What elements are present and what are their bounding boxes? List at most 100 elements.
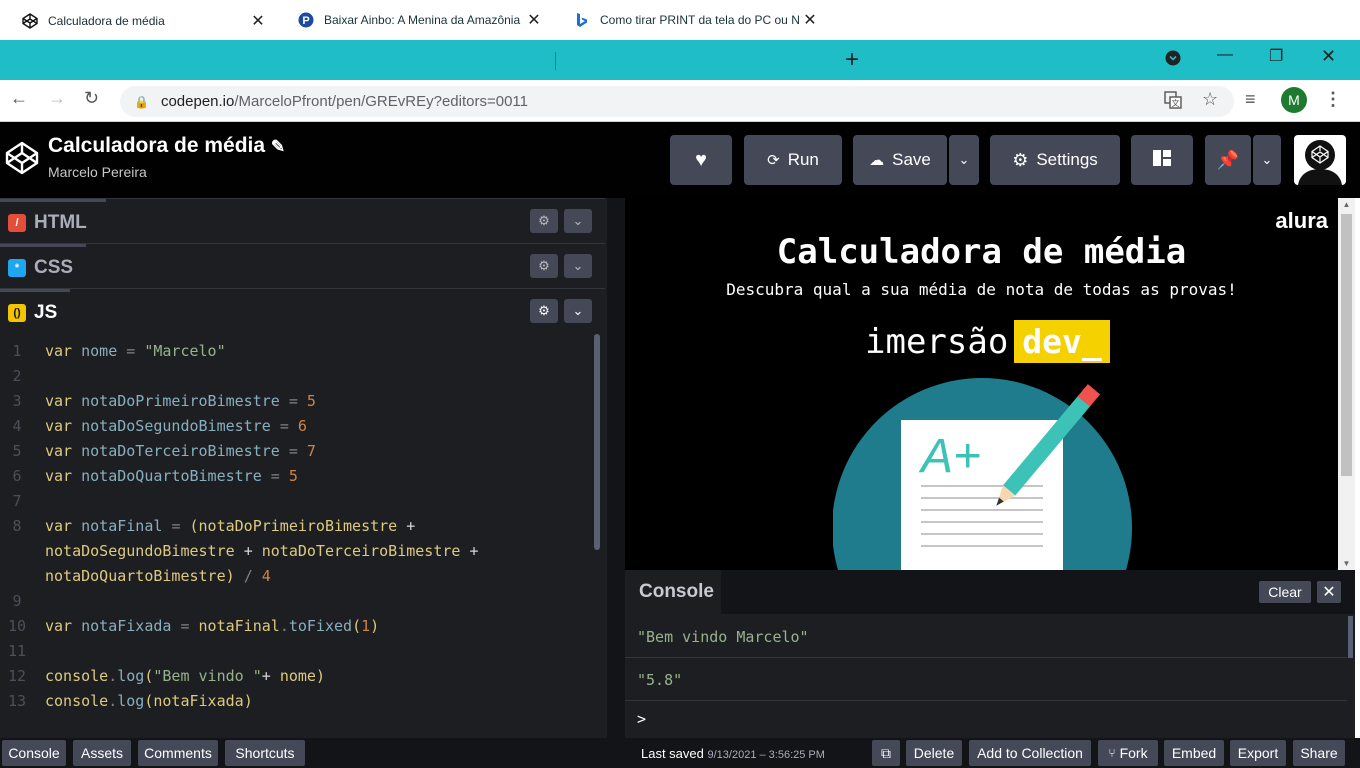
pane-resize-handle[interactable] — [607, 198, 625, 738]
close-window-icon[interactable]: ✕ — [1321, 46, 1336, 67]
codepen-header: Calculadora de média ✎ Marcelo Pereira ♥… — [0, 122, 1360, 198]
save-button[interactable]: ☁ Save — [853, 135, 947, 185]
url-text[interactable]: codepen.io/MarceloPfront/pen/GREvREy?edi… — [161, 93, 528, 110]
bookmark-star-icon[interactable]: ☆ — [1202, 89, 1218, 110]
code-line: var notaFinal = (notaDoPrimeiroBimestre … — [45, 517, 416, 535]
screen: { "browser": { "tabs": [ {"title": "Calc… — [0, 0, 1360, 768]
codepen-logo-icon[interactable] — [4, 140, 40, 181]
css-settings-gear-icon[interactable]: ⚙ — [530, 254, 558, 278]
css-editor-tab[interactable]: * CSS — [0, 244, 86, 288]
html-settings-gear-icon[interactable]: ⚙ — [530, 209, 558, 233]
pin-icon: 📌 — [1216, 149, 1240, 170]
line-number: 10 — [7, 617, 27, 635]
js-editor-header: () JS ⚙ ⌄ — [0, 288, 605, 333]
run-button[interactable]: ⟳ Run — [744, 135, 842, 185]
delete-button[interactable]: Delete — [906, 740, 962, 766]
add-to-collection-button[interactable]: Add to Collection — [969, 740, 1091, 766]
line-number: 1 — [12, 342, 22, 360]
fork-button[interactable]: ⑂ Fork — [1098, 740, 1158, 766]
code-line: notaDoSegundoBimestre + notaDoTerceiroBi… — [45, 542, 479, 560]
minimize-icon[interactable]: — — [1217, 46, 1233, 64]
line-number: 8 — [12, 517, 22, 535]
code-line: console.log(notaFixada) — [45, 692, 253, 710]
new-tab-icon[interactable]: + — [845, 47, 859, 73]
code-line: console.log("Bem vindo "+ nome) — [45, 667, 325, 685]
console-title: Console — [625, 570, 721, 614]
code-line: var notaDoTerceiroBimestre = 7 — [45, 442, 316, 460]
browser-tabstrip — [0, 40, 1360, 80]
edit-pencil-icon[interactable]: ✎ — [271, 137, 285, 156]
embed-button[interactable]: Embed — [1164, 740, 1224, 766]
code-line: var notaDoSegundoBimestre = 6 — [45, 417, 307, 435]
code-line: notaDoQuartoBimestre) / 4 — [45, 567, 271, 585]
code-line: var nome = "Marcelo" — [45, 342, 226, 360]
logo-text: imersão — [865, 321, 1009, 362]
line-number: 2 — [12, 367, 22, 385]
pen-author[interactable]: Marcelo Pereira — [48, 164, 147, 180]
console-input[interactable]: > — [637, 710, 646, 728]
close-tab-icon[interactable]: ✕ — [802, 10, 818, 30]
html-icon: / — [8, 213, 26, 232]
reload-icon[interactable]: ↻ — [84, 88, 99, 109]
tab-title: Baixar Ainbo: A Menina da Amazônia — [324, 13, 521, 27]
open-external-icon[interactable]: ⧉ — [872, 740, 900, 766]
pen-title[interactable]: Calculadora de média ✎ — [48, 134, 285, 158]
code-line: var notaFixada = notaFinal.toFixed(1) — [45, 617, 380, 635]
css-chevron-down-icon[interactable]: ⌄ — [564, 254, 592, 278]
logo-badge: dev_ — [1014, 320, 1110, 363]
html-tab-label: HTML — [34, 211, 87, 233]
browser-tab[interactable]: Como tirar PRINT da tela do PC ou N ✕ — [556, 0, 828, 40]
chevron-down-icon: ⌄ — [958, 152, 970, 167]
restore-icon[interactable]: ❐ — [1269, 46, 1283, 66]
user-avatar[interactable] — [1294, 135, 1346, 185]
pirate-bay-icon: P — [298, 12, 314, 28]
assets-button[interactable]: Assets — [73, 740, 131, 766]
comments-button[interactable]: Comments — [138, 740, 218, 766]
settings-button[interactable]: ⚙ Settings — [990, 135, 1120, 185]
console-toggle-button[interactable]: Console — [2, 740, 66, 766]
back-icon[interactable]: ← — [10, 88, 28, 109]
js-editor-tab[interactable]: () JS — [0, 289, 70, 333]
html-editor-tab[interactable]: / HTML — [0, 199, 106, 243]
line-number: 3 — [12, 392, 22, 410]
pin-button[interactable]: 📌 — [1205, 135, 1251, 185]
css-icon: * — [8, 258, 26, 277]
menu-icon[interactable]: ⋮ — [1324, 89, 1342, 110]
share-button[interactable]: Share — [1293, 740, 1345, 766]
editor-scrollbar[interactable] — [594, 334, 600, 550]
saved-time: 9/13/2021 – 3:56:25 PM — [707, 749, 825, 761]
console-close-icon[interactable]: ✕ — [1317, 581, 1341, 603]
forward-icon[interactable]: → — [48, 88, 66, 109]
tab-title: Calculadora de média — [48, 14, 165, 28]
scroll-down-icon[interactable]: ▼ — [1338, 559, 1355, 568]
shortcuts-button[interactable]: Shortcuts — [225, 740, 305, 766]
export-button[interactable]: Export — [1230, 740, 1286, 766]
console-scrollbar[interactable] — [1348, 616, 1353, 658]
console-clear-button[interactable]: Clear — [1259, 581, 1311, 603]
close-tab-icon[interactable]: ✕ — [526, 10, 542, 30]
translate-icon[interactable]: 文 — [1164, 91, 1182, 114]
run-label: Run — [787, 150, 819, 169]
result-preview: alura Calculadora de média Descubra qual… — [625, 198, 1338, 570]
grade-illustration: A+ — [833, 378, 1132, 570]
media-queue-icon[interactable]: ≡ — [1245, 89, 1256, 110]
tab-search-icon[interactable] — [1165, 50, 1181, 71]
js-code-editor[interactable]: 1 2 3 4 5 6 7 8 9 10 11 12 13 var nome =… — [0, 332, 605, 738]
html-chevron-down-icon[interactable]: ⌄ — [564, 209, 592, 233]
js-chevron-down-icon[interactable]: ⌄ — [564, 299, 592, 323]
scroll-up-icon[interactable]: ▲ — [1338, 200, 1355, 209]
cloud-icon: ☁ — [869, 152, 885, 169]
profile-avatar[interactable]: M — [1281, 87, 1307, 113]
close-tab-icon[interactable]: ✕ — [250, 11, 266, 31]
js-tab-label: JS — [34, 301, 58, 323]
preview-scroll-thumb[interactable] — [1341, 214, 1352, 476]
layout-button[interactable] — [1131, 135, 1193, 185]
url-host: codepen.io — [160, 93, 235, 110]
save-dropdown-button[interactable]: ⌄ — [949, 135, 979, 185]
pin-dropdown-button[interactable]: ⌄ — [1253, 135, 1281, 185]
love-button[interactable]: ♥ — [670, 135, 732, 185]
browser-tab-active[interactable]: Calculadora de média ✕ — [4, 2, 276, 40]
browser-tab[interactable]: P Baixar Ainbo: A Menina da Amazônia ✕ — [280, 0, 552, 40]
js-settings-gear-icon[interactable]: ⚙ — [530, 299, 558, 323]
address-bar[interactable]: 🔒 codepen.io/MarceloPfront/pen/GREvREy?e… — [120, 86, 1234, 117]
